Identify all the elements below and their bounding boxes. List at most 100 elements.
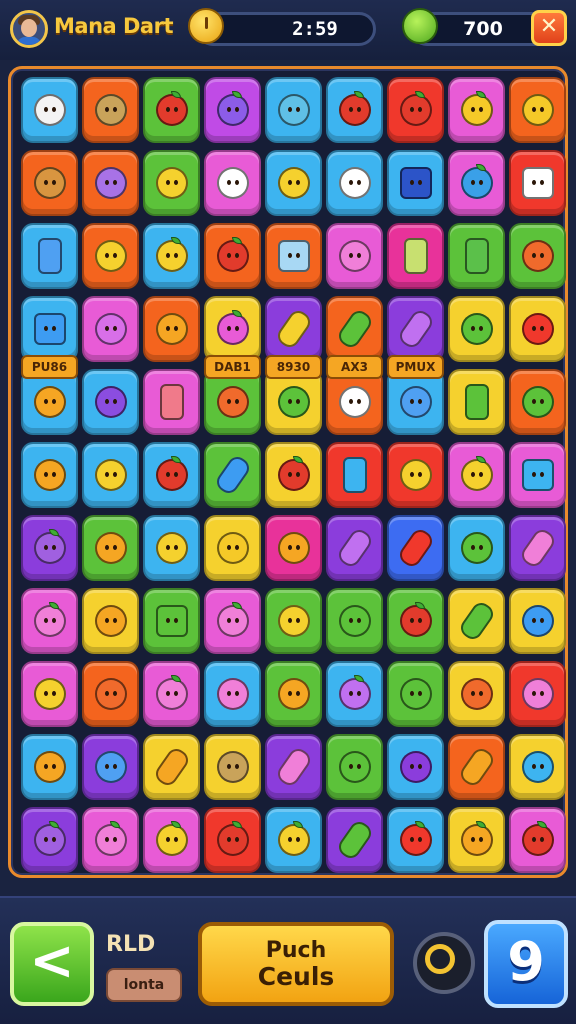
ring-button[interactable] — [413, 932, 475, 994]
tile-camera[interactable] — [509, 150, 566, 216]
tile-face[interactable] — [326, 734, 383, 800]
tile-phone[interactable] — [387, 223, 444, 289]
tile-sun[interactable] — [387, 442, 444, 508]
tile-apple[interactable] — [82, 807, 139, 873]
tile-pop[interactable] — [387, 296, 444, 362]
tile-apple[interactable] — [204, 296, 261, 362]
tile-carrot[interactable] — [204, 442, 261, 508]
tile-phone[interactable] — [448, 369, 505, 435]
tile-phone[interactable] — [326, 442, 383, 508]
close-button[interactable]: ✕ — [531, 10, 567, 46]
tile-carrot[interactable] — [448, 588, 505, 654]
tile-pop[interactable] — [509, 515, 566, 581]
tile-cat[interactable] — [509, 734, 566, 800]
tile-face[interactable] — [448, 661, 505, 727]
tile-bow[interactable] — [21, 150, 78, 216]
tile-bird[interactable] — [265, 77, 322, 143]
tile-phone[interactable] — [21, 223, 78, 289]
tile-face[interactable] — [143, 296, 200, 362]
tile-face[interactable] — [509, 296, 566, 362]
tile-banana[interactable] — [204, 515, 261, 581]
tile-crystal[interactable] — [387, 734, 444, 800]
tile-berry[interactable] — [448, 150, 505, 216]
tile-carrot[interactable] — [448, 734, 505, 800]
tile-face[interactable] — [82, 588, 139, 654]
tile-apple[interactable] — [326, 77, 383, 143]
tile-camera[interactable] — [509, 442, 566, 508]
tile-apple[interactable] — [204, 807, 261, 873]
tile-robot[interactable] — [204, 734, 261, 800]
tile-tablet[interactable] — [265, 223, 322, 289]
tile-robot[interactable] — [82, 150, 139, 216]
tile-lemon[interactable] — [448, 77, 505, 143]
tile-phone[interactable] — [143, 369, 200, 435]
tile-face[interactable] — [509, 223, 566, 289]
tile-apple[interactable] — [204, 588, 261, 654]
tile-apple[interactable] — [448, 807, 505, 873]
tile-apple[interactable] — [143, 442, 200, 508]
tile-cat[interactable] — [21, 77, 78, 143]
tile-apple[interactable] — [143, 661, 200, 727]
tile-face[interactable] — [82, 515, 139, 581]
tile-berry[interactable] — [21, 515, 78, 581]
tile-lemon[interactable] — [143, 807, 200, 873]
tile-apple[interactable] — [326, 661, 383, 727]
tile-robot[interactable] — [82, 369, 139, 435]
tile-cat[interactable] — [204, 661, 261, 727]
tile-crystal[interactable] — [82, 734, 139, 800]
tile-plant[interactable] — [509, 369, 566, 435]
tile-berry[interactable] — [265, 442, 322, 508]
tile-phone[interactable] — [448, 223, 505, 289]
tile-melon[interactable] — [21, 661, 78, 727]
tile-face[interactable] — [82, 661, 139, 727]
back-button[interactable]: < — [10, 922, 94, 1006]
tile-bow[interactable] — [265, 515, 322, 581]
tile-lemon[interactable] — [143, 223, 200, 289]
tile-apple[interactable] — [387, 588, 444, 654]
tile-pop[interactable] — [326, 296, 383, 362]
tile-apple[interactable] — [509, 807, 566, 873]
tile-cat[interactable] — [326, 150, 383, 216]
nine-button[interactable]: 9 — [484, 920, 568, 1008]
tile-face[interactable] — [326, 223, 383, 289]
tile-apple[interactable] — [387, 807, 444, 873]
tile-monster[interactable] — [82, 296, 139, 362]
tile-face[interactable] — [82, 442, 139, 508]
tile-pop[interactable] — [265, 296, 322, 362]
tile-pop[interactable] — [326, 807, 383, 873]
tile-apple[interactable] — [143, 77, 200, 143]
tile-cat[interactable] — [265, 150, 322, 216]
tile-face[interactable] — [448, 515, 505, 581]
tile-sun[interactable] — [21, 734, 78, 800]
tile-face[interactable] — [387, 661, 444, 727]
tile-apple[interactable] — [204, 223, 261, 289]
tile-lemon[interactable] — [265, 807, 322, 873]
tile-square[interactable] — [21, 296, 78, 362]
tile-apple[interactable] — [387, 77, 444, 143]
tile-face[interactable] — [82, 223, 139, 289]
player-avatar[interactable] — [10, 10, 48, 48]
tile-pop[interactable] — [387, 515, 444, 581]
tile-square[interactable] — [143, 588, 200, 654]
tile-face[interactable] — [265, 588, 322, 654]
tile-palm[interactable] — [82, 77, 139, 143]
tile-face[interactable] — [21, 442, 78, 508]
tile-berry[interactable] — [21, 807, 78, 873]
tile-face[interactable] — [326, 588, 383, 654]
small-pill-button[interactable]: lonta — [106, 968, 182, 1002]
tile-face[interactable] — [448, 296, 505, 362]
tile-lemon[interactable] — [448, 442, 505, 508]
tile-melon[interactable] — [265, 661, 322, 727]
tile-sun[interactable] — [509, 77, 566, 143]
tile-pop[interactable] — [326, 515, 383, 581]
tile-face[interactable] — [509, 588, 566, 654]
tile-book[interactable] — [387, 150, 444, 216]
tile-pop[interactable] — [265, 734, 322, 800]
tile-apple[interactable] — [204, 77, 261, 143]
tile-apple[interactable] — [21, 588, 78, 654]
tile-face[interactable] — [509, 661, 566, 727]
tile-cloud[interactable] — [204, 150, 261, 216]
tile-face[interactable] — [143, 515, 200, 581]
tile-banana[interactable] — [143, 150, 200, 216]
tile-carrot[interactable] — [143, 734, 200, 800]
